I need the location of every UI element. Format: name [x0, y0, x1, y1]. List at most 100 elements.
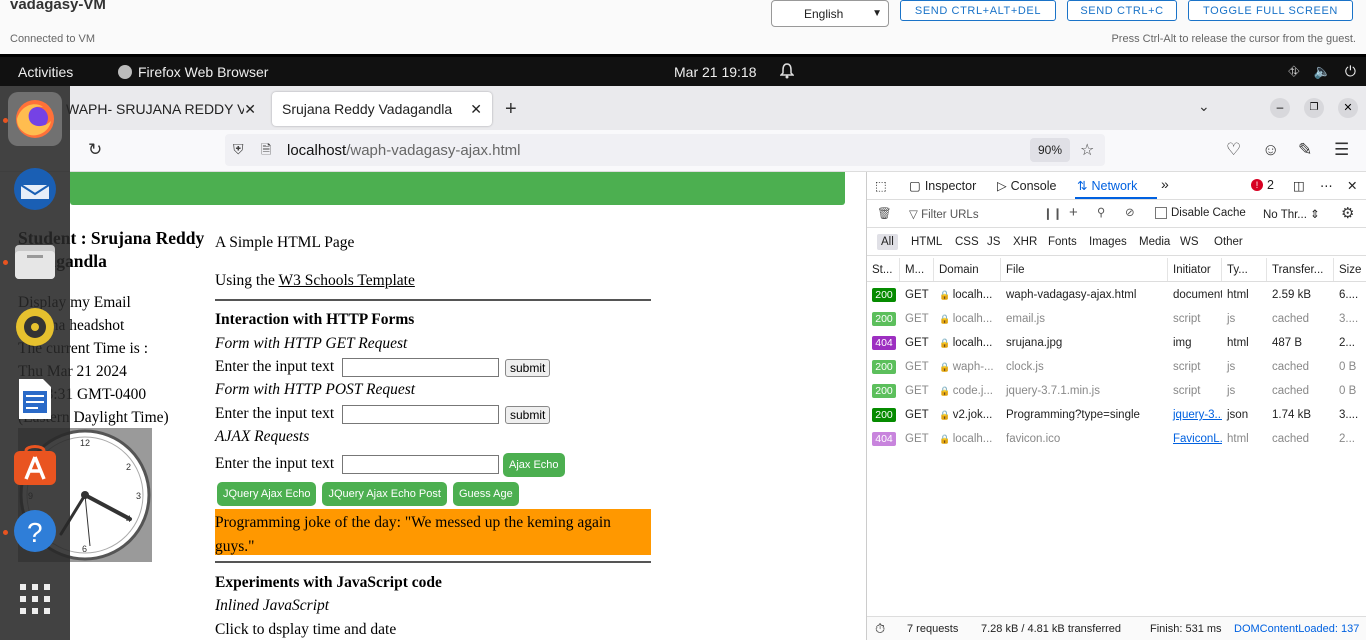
tab-inspector[interactable]: ▢ Inspector — [909, 178, 976, 194]
tab-srujana[interactable]: Srujana Reddy Vadagandla ✕ — [272, 92, 492, 126]
help-icon[interactable]: ? — [8, 504, 62, 558]
col-type[interactable]: Ty... — [1222, 258, 1267, 281]
js-heading: Experiments with JavaScript code — [215, 574, 442, 591]
throttle-select[interactable]: No Thr... ⇕ — [1263, 207, 1320, 221]
close-icon[interactable]: ✕ — [244, 101, 256, 118]
cell-file-text: Programming?type=single — [1006, 409, 1140, 421]
post-submit-button[interactable]: submit — [504, 405, 551, 424]
maximize-icon[interactable]: ❐ — [1304, 98, 1324, 118]
w3-schools-link[interactable]: W3 Schools Template — [278, 272, 414, 289]
get-submit-button[interactable]: submit — [504, 358, 551, 377]
close-icon[interactable]: ✕ — [470, 101, 482, 118]
clock[interactable]: Mar 21 19:18 — [674, 64, 757, 80]
cell-initiator-text[interactable]: jquery-3.... — [1173, 409, 1222, 421]
close-window-icon[interactable]: ✕ — [1338, 98, 1358, 118]
close-icon[interactable]: ✕ — [1347, 178, 1357, 193]
ajax-echo-button[interactable]: Ajax Echo — [502, 453, 565, 477]
zoom-level[interactable]: 90% — [1030, 138, 1070, 162]
disable-cache-checkbox[interactable]: Disable Cache — [1155, 207, 1246, 219]
add-icon[interactable]: + — [1069, 204, 1078, 221]
table-row[interactable]: 404 GET 🔒 localh... favicon.ico FaviconL... h… — [867, 427, 1366, 451]
trash-icon[interactable]: 🗑 — [877, 206, 892, 220]
col-initiator[interactable]: Initiator — [1168, 258, 1222, 281]
col-file[interactable]: File — [1001, 258, 1168, 281]
more-tabs-icon[interactable]: » — [1161, 176, 1169, 192]
cell-size: 3.... — [1334, 403, 1366, 427]
send-ctrl-c-button[interactable]: SEND CTRL+C — [1067, 0, 1177, 21]
table-row[interactable]: 200 GET 🔒 waph-... clock.js script js cached 0 … — [867, 355, 1366, 379]
table-row[interactable]: 200 GET 🔒 v2.jok... Programming?type=single… — [867, 403, 1366, 427]
filter-ws[interactable]: WS — [1176, 234, 1203, 250]
activities-button[interactable]: Activities — [18, 64, 73, 80]
filter-urls-input[interactable]: ▽ Filter URLs — [909, 207, 979, 221]
error-count[interactable]: ! 2 — [1251, 178, 1274, 192]
block-icon[interactable]: ⊘ — [1125, 205, 1135, 219]
error-icon: ! — [1251, 179, 1263, 191]
table-row[interactable]: 404 GET 🔒 localh... srujana.jpg img html 487 B… — [867, 331, 1366, 355]
settings-gear-icon[interactable]: ⚙ — [1341, 204, 1354, 222]
guess-age-button[interactable]: Guess Age — [452, 482, 519, 506]
filter-all[interactable]: All — [877, 234, 898, 250]
shield-icon[interactable]: ⛨ — [233, 141, 244, 158]
show-apps-icon[interactable] — [8, 572, 62, 626]
filter-media[interactable]: Media — [1135, 234, 1174, 250]
pick-element-icon[interactable]: ⬚ — [875, 178, 887, 193]
libreoffice-writer-icon[interactable] — [8, 372, 62, 426]
filter-css[interactable]: CSS — [951, 234, 983, 250]
bookmark-star-icon[interactable]: ☆ — [1080, 140, 1094, 160]
toggle-full-screen-button[interactable]: TOGGLE FULL SCREEN — [1188, 0, 1353, 21]
files-icon[interactable] — [8, 234, 62, 288]
filter-js[interactable]: JS — [983, 234, 1004, 250]
system-tray[interactable]: ⛗ 🔈 ⏻ — [1288, 63, 1356, 80]
reload-icon[interactable]: ↻ — [88, 140, 102, 160]
extensions-icon[interactable]: ✎ — [1298, 140, 1312, 160]
table-row[interactable]: 200 GET 🔒 localh... waph-vadagasy-ajax.html… — [867, 283, 1366, 307]
svg-text:?: ? — [27, 517, 43, 548]
firefox-icon[interactable] — [8, 92, 62, 146]
app-menu[interactable]: Firefox Web Browser — [118, 64, 268, 80]
filter-other[interactable]: Other — [1210, 234, 1247, 250]
tab-network[interactable]: ⇅ Network — [1077, 178, 1137, 194]
new-tab-icon[interactable]: + — [505, 98, 517, 121]
col-size[interactable]: Size — [1334, 258, 1366, 281]
dock-side-icon[interactable]: ◫ — [1293, 178, 1305, 193]
cell-initiator-text[interactable]: FaviconL... — [1173, 433, 1222, 445]
pause-icon[interactable]: ❙❙ — [1043, 206, 1062, 220]
send-ctrl-alt-del-button[interactable]: SEND CTRL+ALT+DEL — [900, 0, 1056, 21]
url-bar[interactable]: ⛨ 🗎 localhost/waph-vadagasy-ajax.html 90… — [225, 134, 1105, 166]
tab-console[interactable]: ▷ Console — [997, 178, 1057, 194]
account-icon[interactable]: ☺ — [1262, 140, 1279, 160]
running-indicator — [3, 530, 8, 535]
col-status[interactable]: St... — [867, 258, 900, 281]
get-input[interactable] — [342, 358, 500, 377]
bell-icon[interactable] — [779, 63, 795, 82]
show-time-trigger[interactable]: Click to dsplay time and date — [215, 621, 396, 639]
more-options-icon[interactable]: ⋯ — [1320, 178, 1333, 193]
tab-waph[interactable]: WAPH- SRUJANA REDDY VA ✕ — [56, 92, 266, 126]
pocket-icon[interactable]: ♡ — [1226, 140, 1241, 160]
col-method[interactable]: M... — [900, 258, 934, 281]
post-input[interactable] — [342, 405, 500, 424]
table-row[interactable]: 200 GET 🔒 code.j... jquery-3.7.1.min.js scri… — [867, 379, 1366, 403]
cell-domain: 🔒 localh... — [934, 283, 1001, 307]
language-select[interactable]: English ▼ — [771, 0, 889, 27]
chevron-down-icon[interactable]: ⌄ — [1198, 98, 1210, 115]
url-text[interactable]: localhost/waph-vadagasy-ajax.html — [287, 142, 520, 159]
filter-xhr[interactable]: XHR — [1009, 234, 1041, 250]
ajax-input[interactable] — [342, 454, 500, 474]
menu-icon[interactable]: ☰ — [1334, 140, 1349, 160]
jquery-ajax-echo-post-button[interactable]: JQuery Ajax Echo Post — [322, 482, 447, 506]
minimize-icon[interactable]: – — [1270, 98, 1290, 118]
app-center-icon[interactable] — [8, 438, 62, 492]
cell-initiator-text: script — [1173, 313, 1201, 325]
filter-html[interactable]: HTML — [907, 234, 946, 250]
filter-images[interactable]: Images — [1085, 234, 1131, 250]
filter-fonts[interactable]: Fonts — [1044, 234, 1081, 250]
jquery-ajax-echo-button[interactable]: JQuery Ajax Echo — [217, 482, 317, 506]
col-transferred[interactable]: Transfer... — [1267, 258, 1334, 281]
rhythmbox-icon[interactable] — [8, 300, 62, 354]
thunderbird-icon[interactable] — [8, 162, 62, 216]
col-domain[interactable]: Domain — [934, 258, 1001, 281]
search-icon[interactable]: ⚲ — [1097, 205, 1105, 219]
table-row[interactable]: 200 GET 🔒 localh... email.js script js cached 3… — [867, 307, 1366, 331]
